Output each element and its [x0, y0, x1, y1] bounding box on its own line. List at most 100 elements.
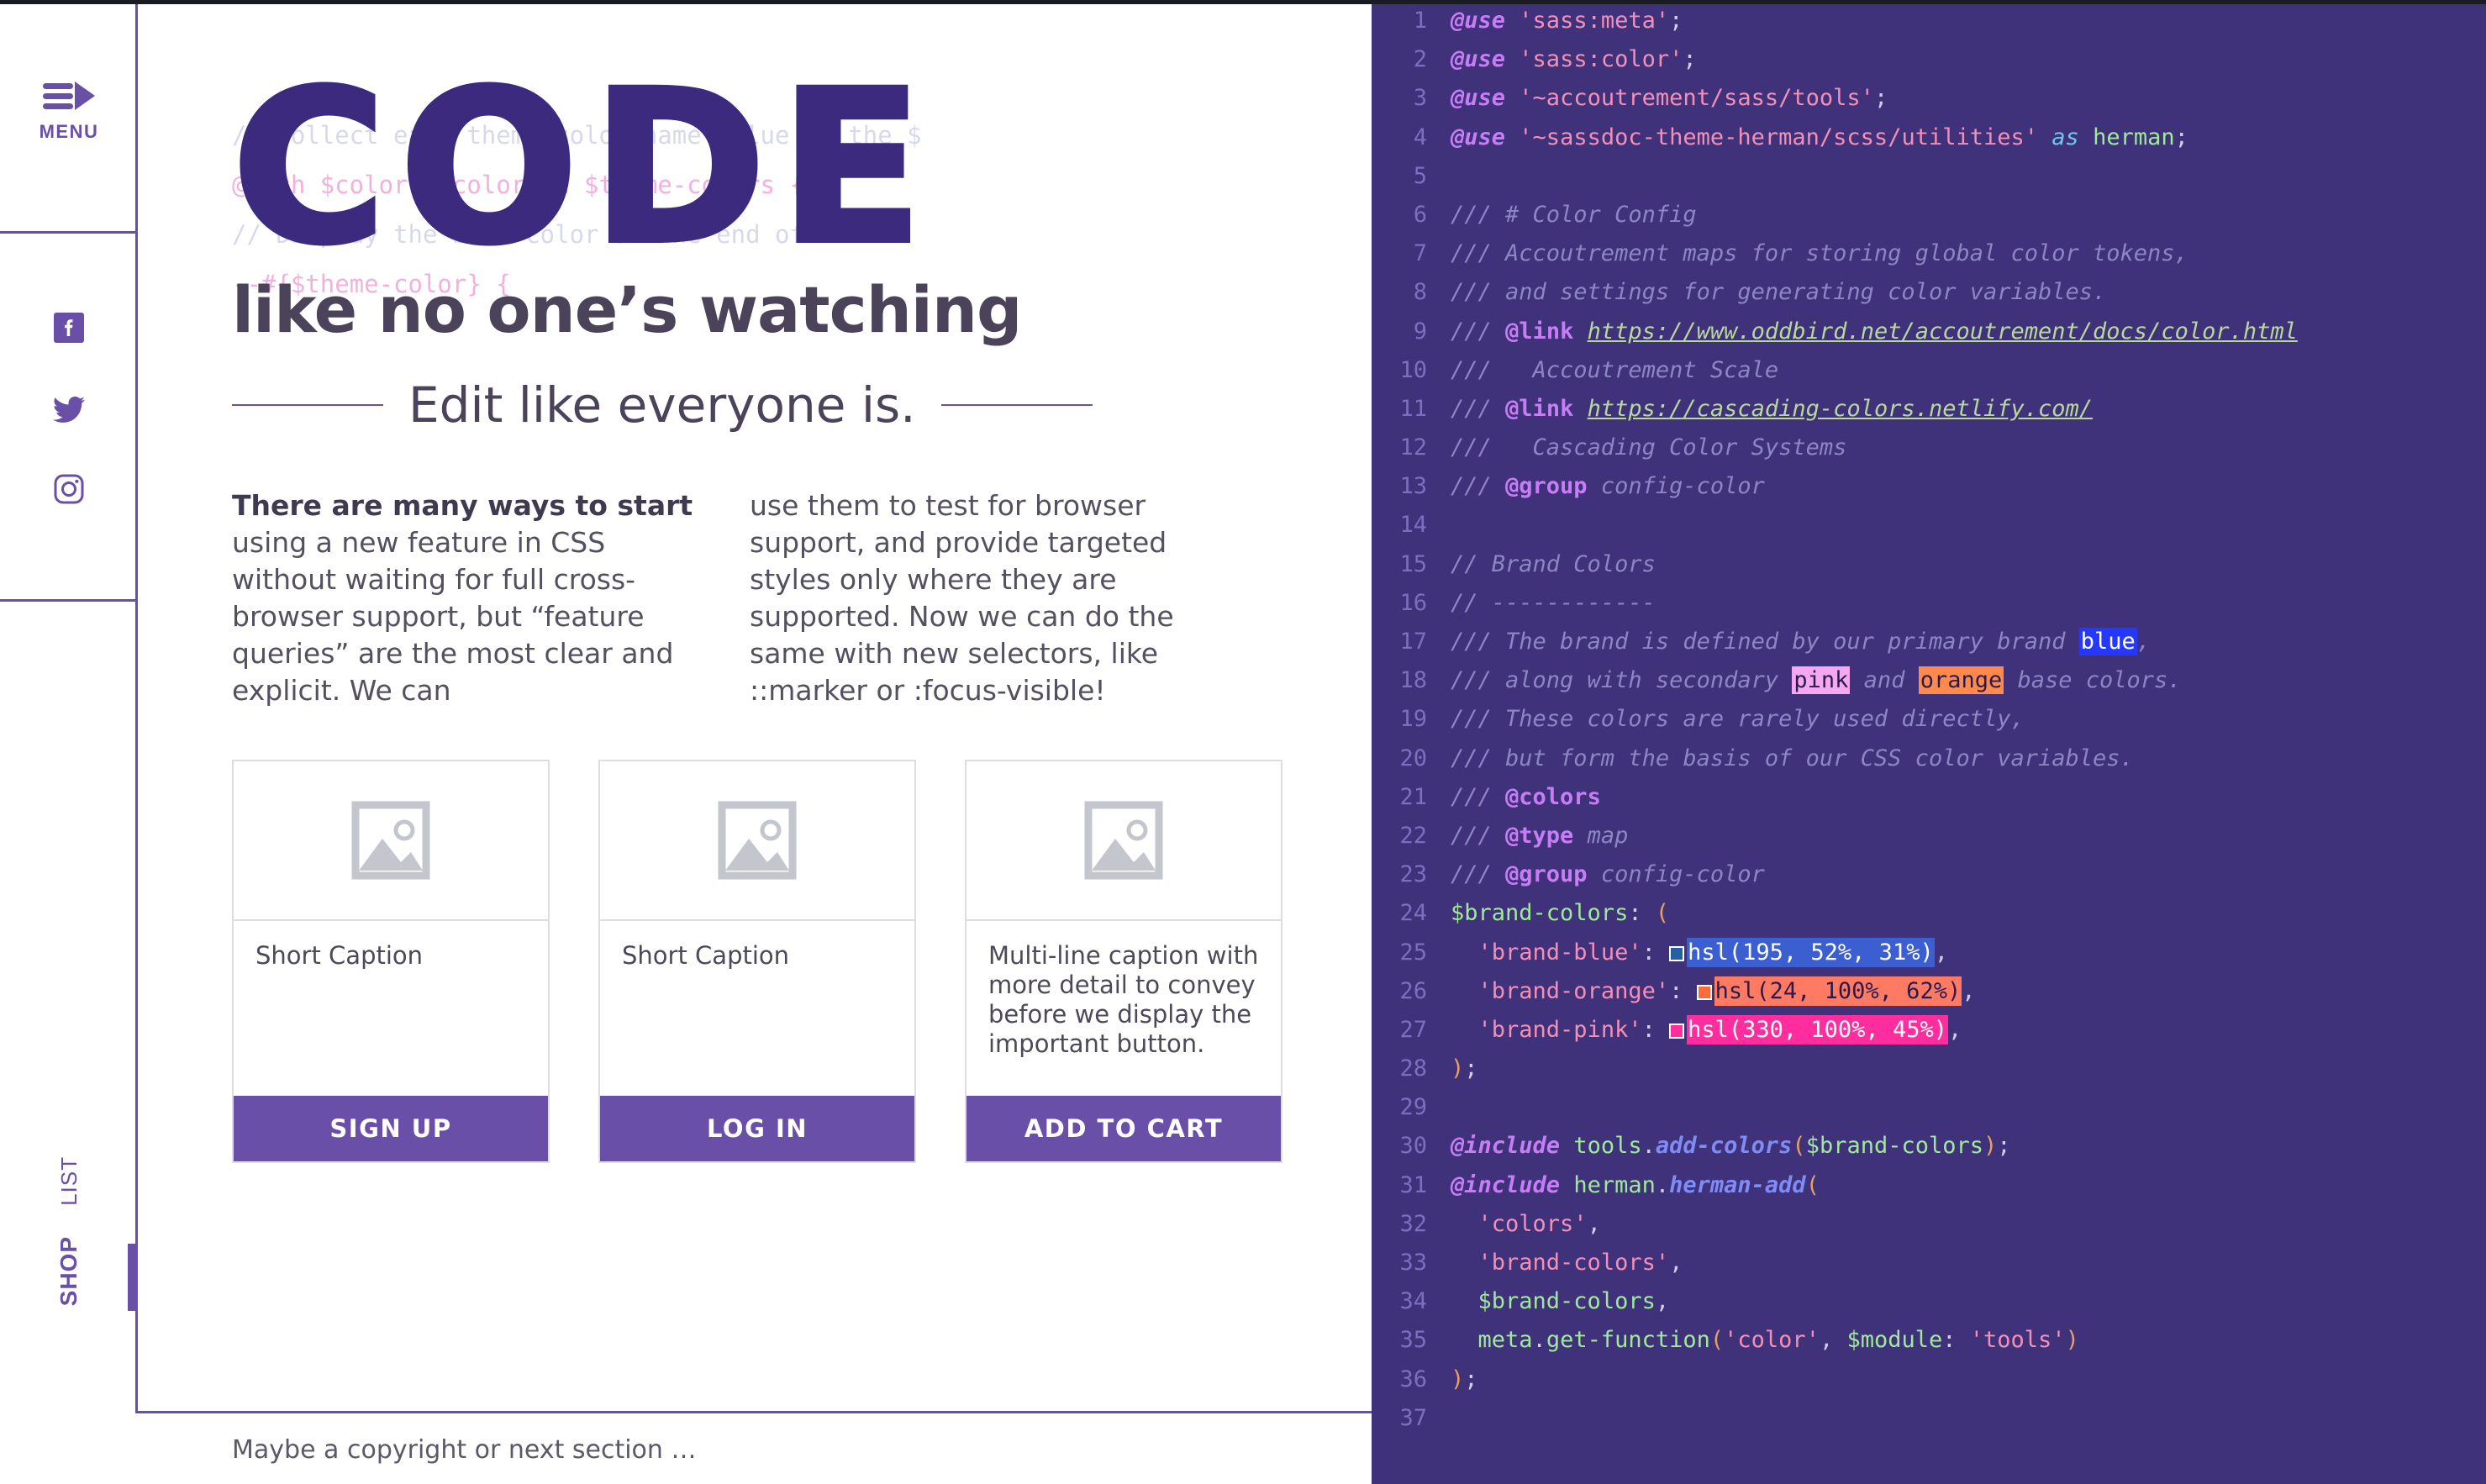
- code-line[interactable]: 15 // Brand Colors: [1372, 545, 2486, 584]
- code-line[interactable]: 31 @include herman.herman-add(: [1372, 1166, 2486, 1205]
- line-content: @use '~accoutrement/sass/tools';: [1451, 85, 1888, 112]
- code-panel[interactable]: 1 @use 'sass:meta'; 2 @use 'sass:color'; 3 @u…: [1372, 0, 2486, 1484]
- line-number: 19: [1399, 706, 1427, 733]
- code-line[interactable]: 21 /// @colors: [1372, 778, 2486, 817]
- line-content: /// @group config-color: [1451, 473, 1765, 500]
- line-number: 15: [1399, 550, 1427, 577]
- body-column-1-rest: using a new feature in CSS without waiti…: [232, 526, 674, 707]
- code-line[interactable]: 22 /// @type map: [1372, 817, 2486, 855]
- line-number: 27: [1399, 1016, 1427, 1043]
- code-line[interactable]: 17 /// The brand is defined by our primar…: [1372, 623, 2486, 661]
- code-line[interactable]: 25 'brand-blue': hsl(195, 52%, 31%),: [1372, 934, 2486, 972]
- code-line[interactable]: 2 @use 'sass:color';: [1372, 40, 2486, 79]
- code-line[interactable]: 12 /// Cascading Color Systems: [1372, 429, 2486, 467]
- line-content: /// @group config-color: [1451, 861, 1765, 888]
- line-content: $brand-colors,: [1477, 1288, 1670, 1315]
- footer: Maybe a copyright or next section …: [138, 1416, 1372, 1484]
- line-number: 14: [1399, 512, 1427, 539]
- vertical-link-list[interactable]: LIST: [56, 1141, 82, 1221]
- line-number: 8: [1413, 279, 1427, 306]
- code-line[interactable]: 8 /// and settings for generating color v…: [1372, 273, 2486, 312]
- line-content: /// These colors are rarely used directl…: [1451, 706, 2025, 733]
- line-content: /// @link https://cascading-colors.netli…: [1451, 395, 2094, 422]
- line-content: /// Accoutrement Scale: [1451, 356, 1779, 383]
- code-line[interactable]: 27 'brand-pink': hsl(330, 100%, 45%),: [1372, 1011, 2486, 1050]
- line-content: 'brand-blue': hsl(195, 52%, 31%),: [1477, 937, 1948, 967]
- main-top-accent-bar: [138, 0, 1372, 4]
- code-line[interactable]: 36);: [1372, 1360, 2486, 1399]
- line-number: 9: [1413, 318, 1427, 345]
- line-number: 34: [1399, 1288, 1427, 1315]
- add-to-cart-button[interactable]: ADD TO CART: [966, 1096, 1281, 1161]
- card-thumbnail: [600, 761, 914, 921]
- line-content: 'colors',: [1477, 1210, 1601, 1237]
- line-content: /// Cascading Color Systems: [1451, 434, 1847, 461]
- facebook-icon[interactable]: [52, 311, 86, 345]
- code-line[interactable]: 35 meta.get-function('color', $module: '…: [1372, 1321, 2486, 1360]
- code-line[interactable]: 34 $brand-colors,: [1372, 1282, 2486, 1321]
- code-line[interactable]: 10 /// Accoutrement Scale: [1372, 351, 2486, 390]
- line-number: 2: [1413, 46, 1427, 73]
- line-content: @include herman.herman-add(: [1451, 1171, 1820, 1198]
- line-content: // ------------: [1451, 589, 1656, 616]
- line-content: [1451, 1399, 2486, 1438]
- log-in-button[interactable]: LOG IN: [600, 1096, 914, 1161]
- line-number: 30: [1399, 1133, 1427, 1160]
- page-root: MENU LIST SHOP // Collect each theme col…: [0, 0, 2486, 1484]
- line-content: );: [1451, 1366, 1478, 1392]
- main-content: // Collect each theme color name value i…: [138, 0, 1372, 1413]
- twitter-icon[interactable]: [50, 392, 87, 425]
- instagram-icon[interactable]: [52, 472, 86, 506]
- line-number: 33: [1399, 1250, 1427, 1276]
- image-placeholder-icon: [1084, 801, 1163, 880]
- card-caption: Multi-line caption with more detail to c…: [988, 941, 1259, 1058]
- menu-button[interactable]: MENU: [0, 80, 138, 143]
- sign-up-button[interactable]: SIGN UP: [234, 1096, 548, 1161]
- code-line[interactable]: 24 $brand-colors: (: [1372, 894, 2486, 933]
- code-line[interactable]: 11 /// @link https://cascading-colors.net…: [1372, 390, 2486, 429]
- line-number: 37: [1399, 1404, 1427, 1431]
- line-content: /// but form the basis of our CSS color …: [1451, 745, 2134, 771]
- code-line[interactable]: 30 @include tools.add-colors($brand-color…: [1372, 1127, 2486, 1166]
- code-line[interactable]: 19 /// These colors are rarely used direc…: [1372, 700, 2486, 739]
- code-line[interactable]: 9 /// @link https://www.oddbird.net/accou…: [1372, 313, 2486, 351]
- code-line[interactable]: 32 'colors',: [1372, 1205, 2486, 1244]
- code-line[interactable]: 6 /// # Color Config: [1372, 196, 2486, 234]
- code-line[interactable]: 29: [1372, 1088, 2486, 1127]
- line-number: 32: [1399, 1210, 1427, 1237]
- tagline-rule-left: [232, 404, 383, 406]
- line-content: /// Accoutrement maps for storing global…: [1451, 240, 2188, 267]
- line-content: );: [1451, 1055, 1478, 1082]
- code-line[interactable]: 16 // ------------: [1372, 584, 2486, 623]
- code-line[interactable]: 33 'brand-colors',: [1372, 1244, 2486, 1282]
- social-links: [0, 311, 138, 506]
- line-number: 28: [1399, 1055, 1427, 1082]
- line-content: /// along with secondary pink and orange…: [1451, 666, 2182, 695]
- code-line[interactable]: 23 /// @group config-color: [1372, 855, 2486, 894]
- vertical-link-shop[interactable]: SHOP: [55, 1221, 82, 1321]
- line-content: @include tools.add-colors($brand-colors)…: [1451, 1133, 2011, 1160]
- line-content: /// # Color Config: [1451, 201, 1697, 228]
- code-line[interactable]: 4 @use '~sassdoc-theme-herman/scss/utilit…: [1372, 118, 2486, 157]
- code-line[interactable]: 37: [1372, 1399, 2486, 1438]
- code-line[interactable]: 1 @use 'sass:meta';: [1372, 2, 2486, 40]
- code-line[interactable]: 26 'brand-orange': hsl(24, 100%, 62%),: [1372, 972, 2486, 1011]
- hero-section: // Collect each theme color name value i…: [229, 61, 1283, 348]
- code-line[interactable]: 7 /// Accoutrement maps for storing globa…: [1372, 234, 2486, 273]
- code-line[interactable]: 14: [1372, 506, 2486, 545]
- code-line[interactable]: 13 /// @group config-color: [1372, 467, 2486, 506]
- body-lead-in: There are many ways to start: [232, 489, 693, 522]
- code-line[interactable]: 5: [1372, 157, 2486, 196]
- line-number: 21: [1399, 783, 1427, 810]
- code-line[interactable]: 20 /// but form the basis of our CSS colo…: [1372, 739, 2486, 778]
- nav-divider-lower: [0, 599, 138, 602]
- body-column-1: There are many ways to start using a new…: [232, 487, 711, 709]
- line-content: /// and settings for generating color va…: [1451, 279, 2107, 306]
- code-line[interactable]: 18 /// along with secondary pink and oran…: [1372, 661, 2486, 700]
- line-number: 20: [1399, 745, 1427, 771]
- code-line[interactable]: 3 @use '~accoutrement/sass/tools';: [1372, 79, 2486, 118]
- tagline-row: Edit like everyone is.: [232, 376, 1283, 434]
- line-content: [1451, 506, 2486, 545]
- line-number: 13: [1399, 473, 1427, 500]
- code-line[interactable]: 28);: [1372, 1050, 2486, 1088]
